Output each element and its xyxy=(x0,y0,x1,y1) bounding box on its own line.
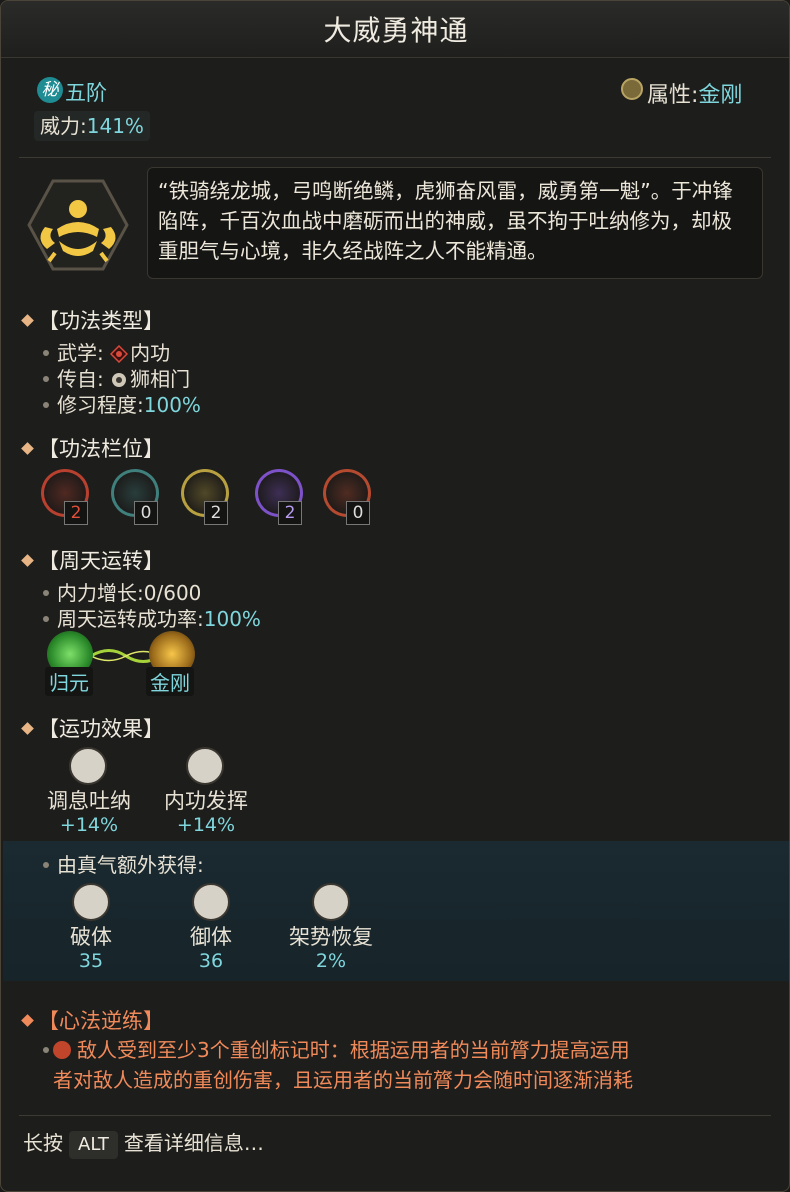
power-value: 141% xyxy=(86,114,144,138)
effect-value: +14% xyxy=(176,814,236,836)
zhenqi-value: 35 xyxy=(78,950,104,972)
cycle-node-guiyuan: 归元 xyxy=(45,667,93,696)
zhenqi-value: 2% xyxy=(315,950,347,972)
attribute-icon xyxy=(621,78,643,100)
power-label: 威力: xyxy=(40,114,87,138)
zhenqi-bonus-label: 由真气额外获得: xyxy=(43,849,204,878)
skill-title: 大威勇神通 xyxy=(323,14,469,47)
effect-label: 调息吐纳 xyxy=(47,789,131,813)
zhenqi-label: 御体 xyxy=(190,925,232,949)
type-origin: 传自: 狮相门 xyxy=(43,363,190,392)
revert-description: 敌人受到至少3个重创标记时：根据运用者的当前膂力提高运用 者对敌人造成的重创伤害… xyxy=(43,1035,763,1095)
section-heading-revert: 【心法逆练】 xyxy=(21,1005,164,1035)
skill-description: “铁骑绕龙城，弓鸣断绝鳞，虎狮奋风雷，威勇第一魁”。于冲锋陷阵，千百次血战中磨砺… xyxy=(147,167,763,279)
break-body-icon xyxy=(72,883,110,921)
rank-text: 五阶 xyxy=(65,81,107,105)
effect-value: +14% xyxy=(59,814,119,836)
lion-sect-icon xyxy=(112,373,127,387)
neigong-effect-icon xyxy=(186,747,224,785)
effect-label: 内功发挥 xyxy=(164,789,248,813)
skill-tooltip-panel: 大威勇神通 秘 五阶 威力:141% 属性:金刚 “铁骑绕龙城，弓鸣断绝鳞，虎狮… xyxy=(0,0,790,1192)
section-heading-effects: 【运功效果】 xyxy=(21,713,164,743)
breathing-effect-icon xyxy=(69,747,107,785)
slot-count: 0 xyxy=(346,501,370,525)
cycle-success-rate: 周天运转成功率:100% xyxy=(43,603,261,632)
power-display: 威力:141% xyxy=(34,111,150,141)
attribute-value: 金刚 xyxy=(698,83,743,108)
footer-hint: 长按 ALT 查看详细信息… xyxy=(23,1127,264,1159)
slot-count: 2 xyxy=(204,501,228,525)
type-mastery: 修习程度:100% xyxy=(43,389,201,418)
revert-icon xyxy=(53,1041,71,1059)
divider xyxy=(19,1115,771,1116)
cycle-node-jingang: 金刚 xyxy=(146,667,194,696)
section-heading-slots: 【功法栏位】 xyxy=(21,433,164,463)
type-martial: 武学: 内功 xyxy=(43,337,170,366)
attribute-display: 属性:金刚 xyxy=(647,77,742,109)
stance-recovery-icon xyxy=(312,883,350,921)
slot-count: 2 xyxy=(278,501,302,525)
guard-body-icon xyxy=(192,883,230,921)
alt-key: ALT xyxy=(69,1131,118,1159)
neigong-icon xyxy=(110,345,129,363)
title-bar: 大威勇神通 xyxy=(1,1,789,58)
divider xyxy=(19,157,771,158)
skill-emblem-icon xyxy=(27,179,129,271)
zhenqi-label: 架势恢复 xyxy=(289,925,373,949)
section-heading-type: 【功法类型】 xyxy=(21,305,164,335)
zhenqi-value: 36 xyxy=(198,950,224,972)
section-heading-cycle: 【周天运转】 xyxy=(21,545,164,575)
attribute-label: 属性: xyxy=(647,83,699,108)
secret-rank-badge: 秘 xyxy=(37,77,63,103)
slot-count: 2 xyxy=(64,501,88,525)
slot-count: 0 xyxy=(134,501,158,525)
cycle-neili-growth: 内力增长:0/600 xyxy=(43,577,201,606)
zhenqi-label: 破体 xyxy=(70,925,112,949)
